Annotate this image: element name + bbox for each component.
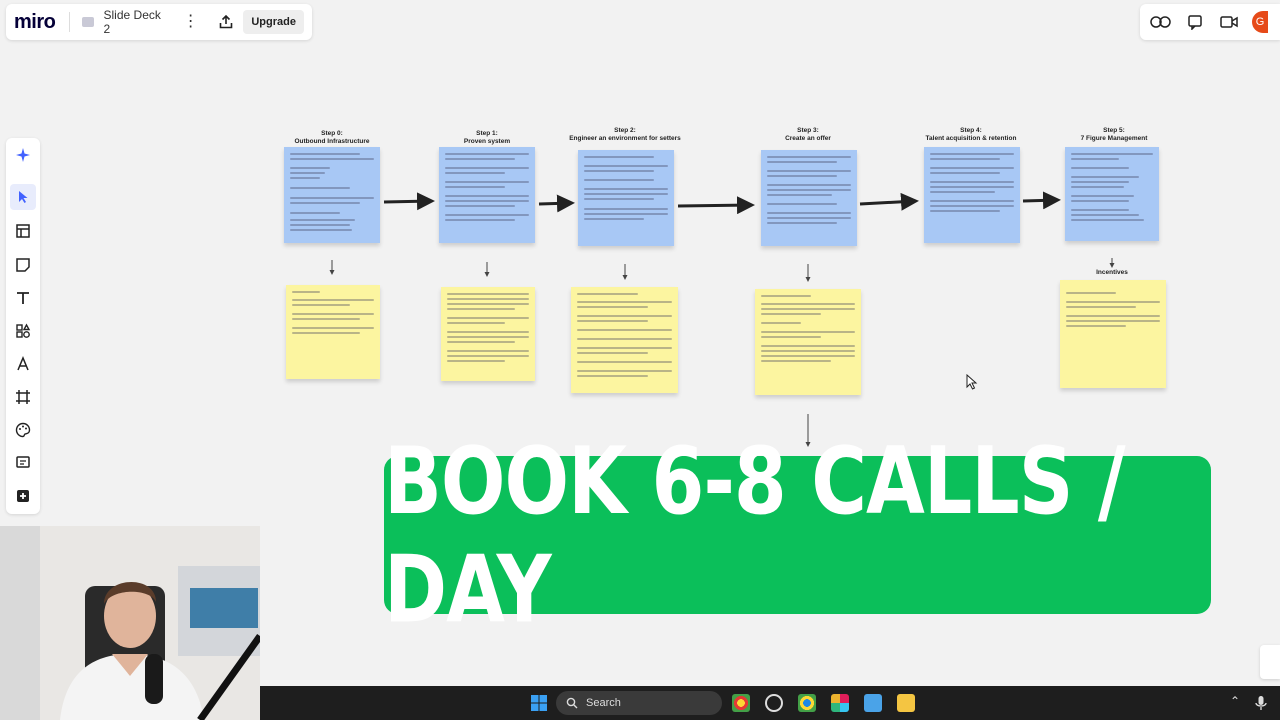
taskbar-search[interactable]: Search bbox=[556, 691, 722, 715]
sticky-note-yellow[interactable] bbox=[286, 285, 380, 379]
flow-arrow bbox=[1022, 191, 1061, 210]
flow-arrow bbox=[383, 192, 435, 211]
flow-arrow bbox=[677, 196, 755, 215]
sticky-note-yellow[interactable] bbox=[755, 289, 861, 395]
os-taskbar: Search ⌃ bbox=[260, 686, 1280, 720]
notepad-icon[interactable] bbox=[864, 694, 882, 712]
headline-banner: BOOK 6-8 CALLS / DAY bbox=[384, 426, 1211, 644]
frames-panel-icon[interactable] bbox=[1260, 645, 1280, 679]
presenter-video bbox=[0, 526, 260, 720]
file-explorer-icon[interactable] bbox=[897, 694, 915, 712]
browser-icon[interactable] bbox=[798, 694, 816, 712]
sticky-note-yellow[interactable] bbox=[1060, 280, 1166, 388]
headline-text: BOOK 6-8 CALLS / DAY bbox=[384, 426, 1126, 644]
incentives-label: Incentives bbox=[1096, 269, 1128, 276]
obs-icon[interactable] bbox=[765, 694, 783, 712]
slack-icon[interactable] bbox=[831, 694, 849, 712]
chevron-up-icon[interactable]: ⌃ bbox=[1226, 694, 1244, 712]
flow-arrow bbox=[859, 192, 919, 211]
search-placeholder: Search bbox=[586, 697, 621, 709]
flow-arrow bbox=[538, 194, 575, 213]
microphone-icon[interactable] bbox=[1252, 694, 1270, 712]
search-icon bbox=[566, 697, 578, 709]
mouse-cursor-icon bbox=[966, 374, 978, 390]
chrome-icon[interactable] bbox=[732, 694, 750, 712]
windows-start-icon[interactable] bbox=[530, 694, 548, 712]
webcam-overlay bbox=[0, 526, 260, 720]
sticky-note-yellow[interactable] bbox=[571, 287, 678, 393]
sticky-note-yellow[interactable] bbox=[441, 287, 535, 381]
